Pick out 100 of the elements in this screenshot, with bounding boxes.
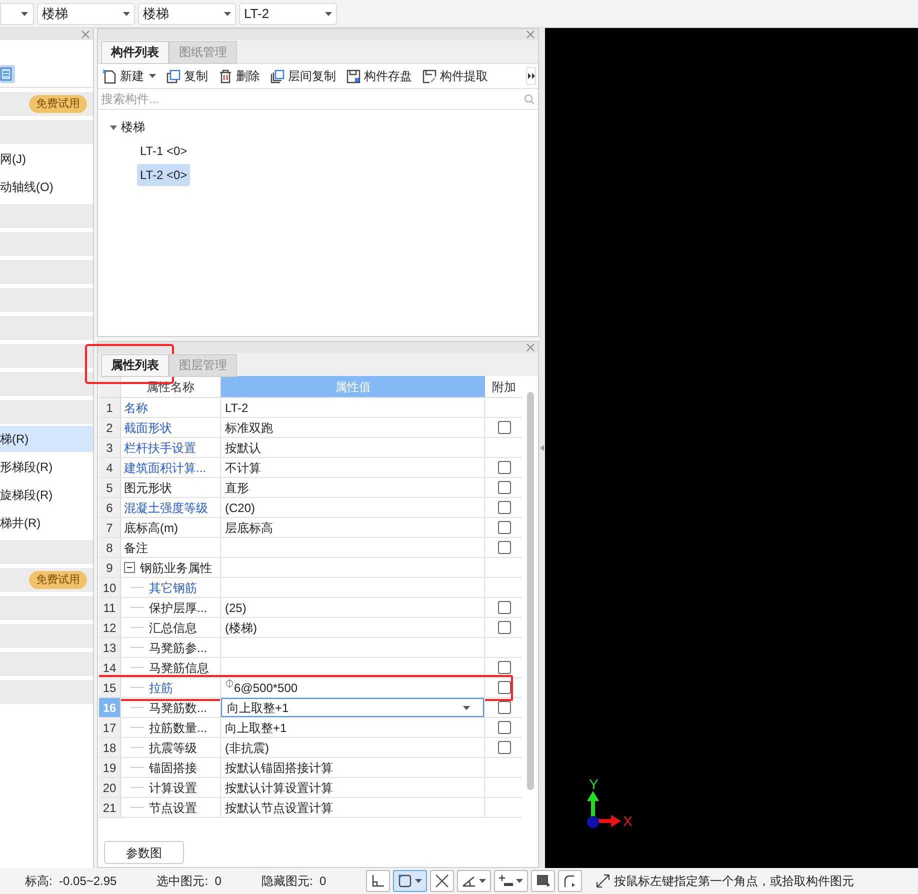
- sidebar-item[interactable]: 旋梯段(R): [0, 482, 93, 508]
- checkbox[interactable]: [498, 481, 510, 494]
- property-value[interactable]: (楼梯): [221, 618, 257, 636]
- property-name: 其它钢筋: [149, 580, 197, 596]
- toolbar-button[interactable]: 层间复制: [270, 67, 336, 85]
- group-header[interactable]: 免费试用: [0, 568, 93, 592]
- property-name: 名称: [124, 400, 148, 416]
- checkbox[interactable]: [498, 421, 510, 434]
- drawing-canvas[interactable]: Y X: [545, 28, 918, 868]
- property-value[interactable]: (C20): [221, 498, 256, 516]
- dropdown[interactable]: 楼梯: [138, 2, 236, 24]
- property-value[interactable]: 向上取整+1: [221, 718, 287, 736]
- tab[interactable]: 构件列表: [101, 40, 169, 64]
- tree-item[interactable]: LT-2 <0>: [137, 164, 190, 186]
- status-field: 隐藏图元: 0: [261, 872, 326, 890]
- property-value[interactable]: LT-2: [221, 398, 248, 416]
- sidebar-item[interactable]: 形梯段(R): [0, 454, 93, 480]
- resize-arrow-icon: [596, 874, 610, 888]
- dropdown[interactable]: LT-2: [239, 2, 337, 24]
- group-header[interactable]: [0, 344, 93, 368]
- toolbar-button[interactable]: 删除: [218, 67, 260, 85]
- tool-button[interactable]: [430, 870, 454, 892]
- sidebar-item[interactable]: 梯井(R): [0, 510, 93, 536]
- row-number: 2: [99, 418, 121, 437]
- search-field[interactable]: 搜索构件...: [101, 90, 524, 108]
- axis-label: Y: [589, 777, 600, 791]
- row-number: 15: [99, 678, 121, 697]
- axis-drawing: [587, 791, 621, 828]
- row-number: 11: [99, 598, 121, 617]
- checkbox[interactable]: [498, 701, 510, 714]
- tool-button[interactable]: [494, 870, 528, 892]
- tab[interactable]: 属性列表: [101, 354, 169, 376]
- row-number: 12: [99, 618, 121, 637]
- trash-icon: [218, 68, 233, 84]
- property-value[interactable]: 层底标高: [221, 518, 273, 536]
- sidebar-item[interactable]: 网(J): [0, 146, 93, 172]
- checkbox[interactable]: [498, 741, 510, 754]
- toolbar-button[interactable]: 新建: [102, 67, 156, 85]
- property-value[interactable]: 按默认: [221, 438, 261, 456]
- sidebar-item[interactable]: 动轴线(O): [0, 174, 93, 200]
- property-value[interactable]: 标准双跑: [221, 418, 273, 436]
- checkbox[interactable]: [498, 661, 510, 674]
- toolbar-button[interactable]: 构件提取: [422, 67, 488, 85]
- property-value[interactable]: 按默认节点设置计算: [221, 798, 333, 816]
- property-name: 钢筋业务属性: [140, 560, 212, 576]
- arc-icon: [563, 874, 578, 888]
- checkbox[interactable]: [498, 721, 510, 734]
- row-number: 16: [99, 698, 121, 717]
- tree-item[interactable]: LT-1 <0>: [137, 140, 190, 162]
- row-number: 10: [99, 578, 121, 597]
- row-number: 9: [99, 558, 121, 577]
- checkbox[interactable]: [498, 681, 510, 694]
- row-number: 1: [99, 398, 121, 417]
- tool-button[interactable]: [457, 870, 492, 892]
- value-dropdown[interactable]: 向上取整+1: [221, 698, 484, 717]
- close-icon[interactable]: [526, 343, 535, 352]
- toolbar-button[interactable]: 构件存盘: [346, 67, 412, 85]
- close-icon[interactable]: [526, 30, 535, 39]
- tree-node[interactable]: 楼梯: [121, 118, 145, 136]
- caret-icon: [516, 879, 524, 883]
- sidebar-item[interactable]: 梯(R): [0, 426, 93, 452]
- property-value[interactable]: (25): [221, 598, 246, 616]
- dropdown[interactable]: 楼梯: [37, 2, 135, 24]
- parameter-diagram-button[interactable]: 参数图: [104, 841, 184, 864]
- close-icon[interactable]: [81, 30, 90, 38]
- list-icon[interactable]: [0, 64, 15, 82]
- tool-button[interactable]: [531, 870, 556, 892]
- free-trial-badge[interactable]: 免费试用: [29, 570, 87, 590]
- checkbox[interactable]: [498, 541, 510, 554]
- free-trial-badge[interactable]: 免费试用: [29, 94, 87, 114]
- property-value[interactable]: (非抗震): [221, 738, 269, 756]
- checkbox[interactable]: [498, 501, 510, 514]
- scrollbar[interactable]: [526, 392, 534, 790]
- property-value[interactable]: 直形: [221, 478, 249, 496]
- extract-icon: [422, 68, 437, 84]
- property-name: 拉筋: [149, 680, 173, 696]
- tool-button[interactable]: [393, 870, 428, 892]
- status-field: 选中图元: 0: [156, 872, 222, 890]
- checkbox[interactable]: [498, 621, 510, 634]
- property-name: 汇总信息: [149, 620, 197, 636]
- property-value[interactable]: 按默认锚固搭接计算: [221, 758, 333, 776]
- tool-button[interactable]: [366, 870, 390, 892]
- caret-icon: [21, 12, 28, 16]
- row-number: 4: [99, 458, 121, 477]
- toolbar-button[interactable]: 复制: [166, 67, 208, 85]
- more-button[interactable]: [526, 67, 536, 85]
- checkbox[interactable]: [498, 461, 510, 474]
- checkbox[interactable]: [498, 521, 510, 534]
- tool-button[interactable]: [558, 870, 582, 892]
- expand-arrow-icon[interactable]: [110, 124, 117, 130]
- checkbox[interactable]: [498, 601, 510, 614]
- property-value[interactable]: 按默认计算设置计算: [221, 778, 333, 796]
- collapse-icon[interactable]: [124, 562, 135, 573]
- group-header[interactable]: 免费试用: [0, 92, 93, 116]
- column-header: 属性值: [221, 376, 485, 397]
- property-name: 混凝土强度等级: [124, 500, 208, 516]
- property-value[interactable]: 不计算: [221, 458, 261, 476]
- property-value[interactable]: $^{⏀}$6@500*500: [221, 678, 298, 696]
- property-name: 马凳筋数...: [149, 700, 208, 716]
- layers-copy-icon: [270, 68, 285, 84]
